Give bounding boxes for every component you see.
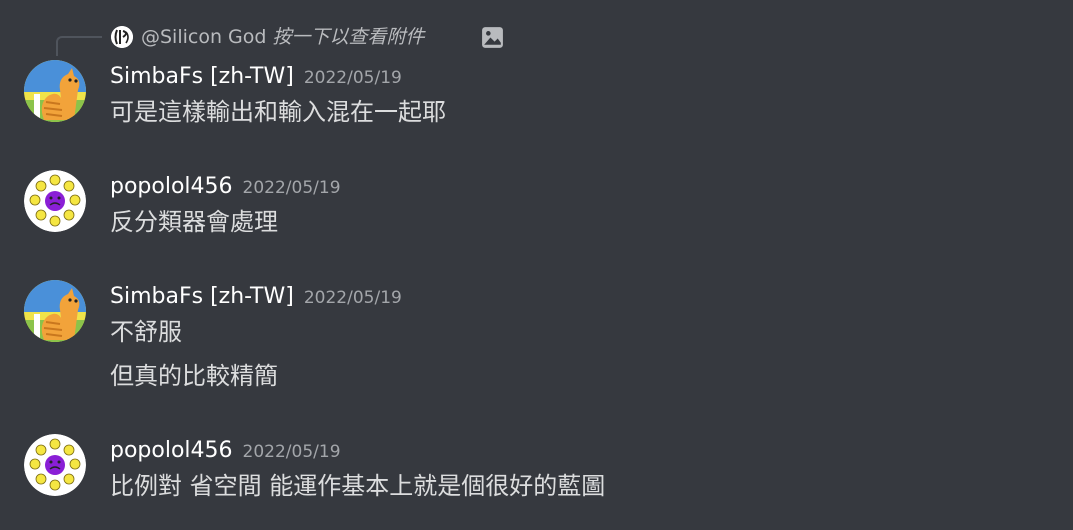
timestamp[interactable]: 2022/05/19: [304, 68, 402, 88]
reply-reference[interactable]: @Silicon God 按一下以查看附件: [0, 22, 1073, 56]
cat-avatar-icon: [24, 280, 86, 342]
avatar[interactable]: [24, 60, 86, 122]
chat-message-list: @Silicon God按一下以查看附件 SimbaFs [zh-TW]20: [0, 0, 1073, 530]
timestamp[interactable]: 2022/05/19: [243, 442, 341, 462]
message-content: 可是這樣輸出和輸入混在一起耶: [110, 98, 446, 126]
timestamp[interactable]: 2022/05/19: [304, 288, 402, 308]
reply-preview[interactable]: @Silicon God 按一下以查看附件: [141, 24, 424, 50]
message-content: 比例對 省空間 能運作基本上就是個很好的藍圖: [110, 472, 606, 500]
reply-avatar[interactable]: [111, 26, 133, 48]
message-content: 不舒服: [110, 318, 182, 346]
silicon-god-avatar-icon: [111, 26, 133, 48]
message-header: popolol456 2022/05/19: [110, 172, 341, 203]
username[interactable]: SimbaFs [zh-TW]: [110, 284, 294, 309]
flower-ring-avatar-icon: [24, 434, 86, 496]
username[interactable]: popolol456: [110, 438, 233, 463]
username[interactable]: SimbaFs [zh-TW]: [110, 64, 294, 89]
avatar[interactable]: [24, 434, 86, 496]
message-header: popolol456 2022/05/19: [110, 436, 341, 467]
reply-mention[interactable]: @Silicon God: [141, 26, 266, 48]
reply-attachment-hint[interactable]: 按一下以查看附件: [272, 26, 424, 48]
message-header: SimbaFs [zh-TW] 2022/05/19: [110, 282, 402, 313]
flower-ring-avatar-icon: [24, 170, 86, 232]
message-content: 反分類器會處理: [110, 208, 278, 236]
avatar[interactable]: [24, 280, 86, 342]
message-header: SimbaFs [zh-TW] 2022/05/19: [110, 62, 402, 93]
reply-spine: [56, 36, 102, 56]
timestamp[interactable]: 2022/05/19: [243, 178, 341, 198]
cat-avatar-icon: [24, 60, 86, 122]
image-attachment-icon[interactable]: [480, 25, 505, 50]
message-content: 但真的比較精簡: [110, 362, 278, 390]
avatar[interactable]: [24, 170, 86, 232]
username[interactable]: popolol456: [110, 174, 233, 199]
